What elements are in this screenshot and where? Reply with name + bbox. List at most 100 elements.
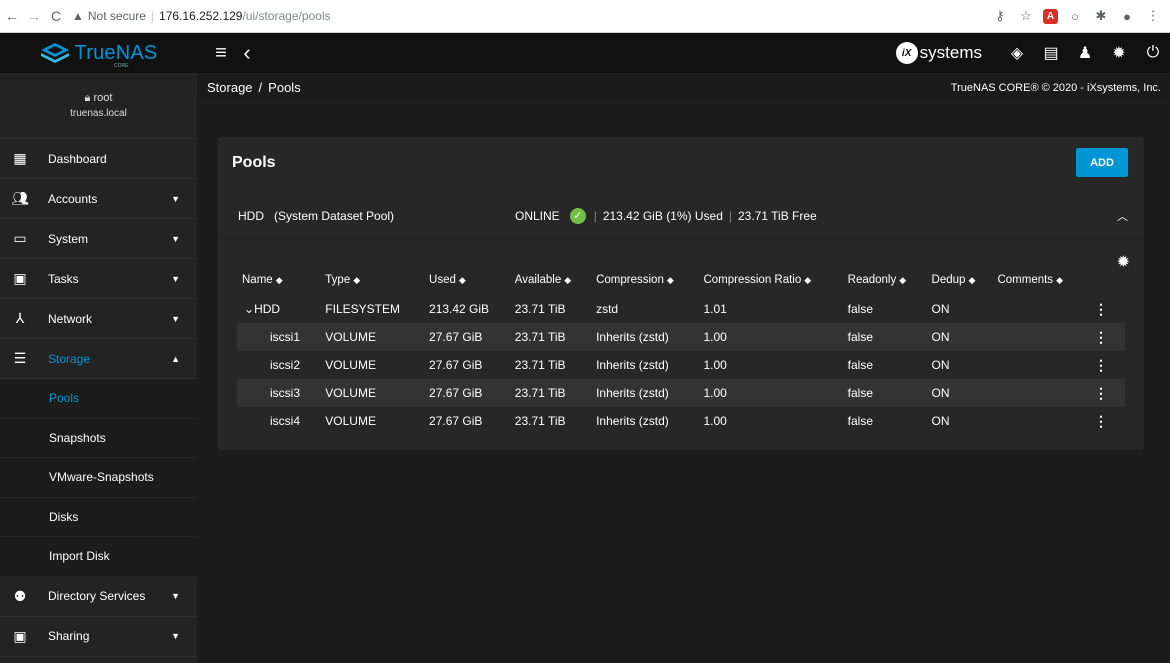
cell-name: iscsi2 — [270, 358, 301, 372]
column-header-comments[interactable]: Comments ◆ — [992, 265, 1085, 295]
add-pool-button[interactable]: ADD — [1076, 148, 1128, 177]
sidebar-item-system[interactable]: ▭ System ▼ — [0, 219, 197, 259]
sort-icon: ◆ — [564, 275, 572, 285]
sidebar-subitem-pools[interactable]: Pools — [0, 379, 197, 419]
chevron-up-icon[interactable]: ︿ — [1117, 208, 1128, 224]
menu-icon[interactable]: ≡ — [209, 42, 233, 65]
table-header-row: Name ◆ Type ◆ Used ◆ Available ◆ Compression… — [237, 265, 1125, 295]
column-header-compression[interactable]: Compression ◆ — [591, 265, 698, 295]
sidebar-subitem-vmware-snapshots[interactable]: VMware-Snapshots — [0, 458, 197, 498]
row-actions-kebab-icon[interactable]: ⋮ — [1085, 407, 1125, 435]
back-arrow-icon[interactable]: ← — [2, 6, 22, 26]
profile-icon[interactable]: ● — [1118, 7, 1136, 25]
sidebar-item-sharing[interactable]: ▣ Sharing ▼ — [0, 617, 197, 657]
cell-readonly: false — [847, 358, 873, 372]
column-header-name[interactable]: Name ◆ — [237, 265, 320, 295]
sidebar-item-accounts[interactable]: 👥︎ Accounts ▼ — [0, 179, 197, 219]
sidebar-item-label: System — [48, 231, 89, 246]
collapse-chevron-icon[interactable]: ‹ — [235, 40, 259, 66]
sort-icon: ◆ — [353, 275, 361, 285]
ix-mark: iX — [895, 42, 918, 64]
row-actions-kebab-icon[interactable]: ⋮ — [1085, 295, 1125, 323]
cell-available: 23.71 TiB — [514, 358, 566, 372]
settings-gear-icon[interactable]: ✹ — [1102, 43, 1136, 63]
status-divider: | — [593, 208, 597, 223]
sort-icon: ◆ — [899, 275, 907, 285]
datasets-table: Name ◆ Type ◆ Used ◆ Available ◆ Compression… — [237, 265, 1125, 435]
puzzle-icon[interactable]: ✱ — [1092, 7, 1110, 25]
column-header-available[interactable]: Available ◆ — [510, 265, 591, 295]
task-manager-icon[interactable]: ▤ — [1034, 43, 1068, 63]
cell-readonly: false — [842, 379, 927, 407]
sidebar-subitem-disks[interactable]: Disks — [0, 497, 197, 537]
sidebar-item-tasks[interactable]: ▣ Tasks ▼ — [0, 259, 197, 299]
dashboard-icon: ▦ — [13, 150, 27, 166]
copyright-text: TrueNAS CORE® © 2020 - iXsystems, Inc. — [950, 81, 1161, 94]
breadcrumb-bar: Storage / Pools TrueNAS CORE® © 2020 - iXs… — [197, 73, 1170, 103]
key-icon[interactable]: ⚷ — [991, 7, 1009, 25]
breadcrumb-page: Pools — [268, 80, 301, 95]
table-row[interactable]: iscsi1 VOLUME 27.67 GiB 23.71 TiB Inheri… — [237, 323, 1125, 351]
caret-down-icon: ▼ — [171, 631, 180, 641]
warning-icon: ▲ — [72, 9, 84, 23]
caret-down-icon: ▼ — [171, 193, 180, 204]
cell-used: 213.42 GiB — [429, 302, 490, 316]
host-name: truenas.local — [70, 108, 127, 119]
column-header-used[interactable]: Used ◆ — [424, 265, 510, 295]
cell-ratio: 1.00 — [703, 358, 727, 372]
star-icon[interactable]: ☆ — [1017, 7, 1035, 25]
cell-ratio: 1.00 — [703, 414, 727, 428]
sort-icon: ◆ — [275, 275, 283, 285]
sort-icon: ◆ — [804, 275, 812, 285]
people-icon: 👥︎ — [11, 190, 29, 206]
sort-icon: ◆ — [458, 275, 466, 285]
circle-extension-icon[interactable]: ○ — [1066, 7, 1084, 25]
caret-down-icon: ▼ — [171, 273, 180, 284]
table-row[interactable]: ⌄HDD FILESYSTEM 213.42 GiB 23.71 TiB zst… — [237, 295, 1125, 323]
cell-comments — [992, 323, 1085, 351]
sidebar-item-dashboard[interactable]: ▦ Dashboard — [0, 139, 197, 179]
cell-name: iscsi4 — [270, 414, 301, 428]
sidebar-item-directory-services[interactable]: ⚉ Directory Services ▼ — [0, 577, 197, 617]
row-actions-kebab-icon[interactable]: ⋮ — [1085, 351, 1125, 379]
reload-icon[interactable]: C — [46, 6, 66, 26]
address-bar[interactable]: ▲ Not secure | 176.16.252.129/ui/storage… — [72, 4, 983, 28]
table-row[interactable]: iscsi4 VOLUME 27.67 GiB 23.71 TiB Inheri… — [237, 407, 1125, 435]
cell-compression: Inherits (zstd) — [591, 379, 699, 407]
bell-icon[interactable]: ♟ — [1068, 43, 1102, 63]
cell-compression: Inherits (zstd) — [596, 414, 669, 428]
logo-text: TrueNAS — [74, 41, 158, 64]
forward-arrow-icon[interactable]: → — [24, 6, 44, 26]
truenas-logo[interactable]: TrueNAS CORE — [0, 33, 197, 73]
cell-name[interactable]: ⌄HDD — [237, 295, 320, 323]
table-row[interactable]: iscsi3 VOLUME 27.67 GiB 23.71 TiB Inheri… — [237, 379, 1125, 407]
sidebar-item-storage[interactable]: ☰ Storage ▲ — [0, 339, 197, 379]
cell-available: 23.71 TiB — [514, 414, 566, 428]
sidebar-subitem-import-disk[interactable]: Import Disk — [0, 537, 197, 577]
cell-ratio: 1.00 — [698, 323, 843, 351]
chevron-down-icon[interactable]: ⌄ — [244, 302, 254, 316]
more-vert-icon[interactable]: ⋮ — [1144, 7, 1162, 25]
cell-dedup: ON — [931, 414, 950, 428]
sidebar-item-network[interactable]: ⅄ Network ▼ — [0, 299, 197, 339]
table-row[interactable]: iscsi2 VOLUME 27.67 GiB 23.71 TiB Inheri… — [237, 351, 1125, 379]
breadcrumb-section[interactable]: Storage — [207, 80, 253, 95]
row-actions-kebab-icon[interactable]: ⋮ — [1085, 323, 1125, 351]
column-header-dedup[interactable]: Dedup ◆ — [927, 265, 993, 295]
power-icon[interactable]: ⏻ — [1136, 44, 1170, 62]
cell-used: 27.67 GiB — [429, 358, 483, 372]
cell-available: 23.71 TiB — [509, 323, 592, 351]
laptop-icon: ▭ — [13, 230, 27, 246]
pool-header[interactable]: HDD (System Dataset Pool) ONLINE ✓ | 213… — [218, 192, 1144, 240]
cell-used: 27.67 GiB — [424, 379, 510, 407]
column-header-type[interactable]: Type ◆ — [320, 265, 424, 295]
row-actions-kebab-icon[interactable]: ⋮ — [1085, 379, 1125, 407]
ixsystems-logo[interactable]: iX systems — [895, 42, 982, 64]
column-header-readonly[interactable]: Readonly ◆ — [843, 265, 927, 295]
pdf-extension-icon[interactable]: A — [1043, 8, 1058, 24]
sidebar-subitem-snapshots[interactable]: Snapshots — [0, 418, 197, 458]
cell-ratio: 1.00 — [698, 379, 843, 407]
cell-name: iscsi1 — [237, 323, 321, 351]
column-header-compression-ratio[interactable]: Compression Ratio ◆ — [698, 265, 842, 295]
truecommand-icon[interactable]: ◈ — [1000, 43, 1034, 63]
